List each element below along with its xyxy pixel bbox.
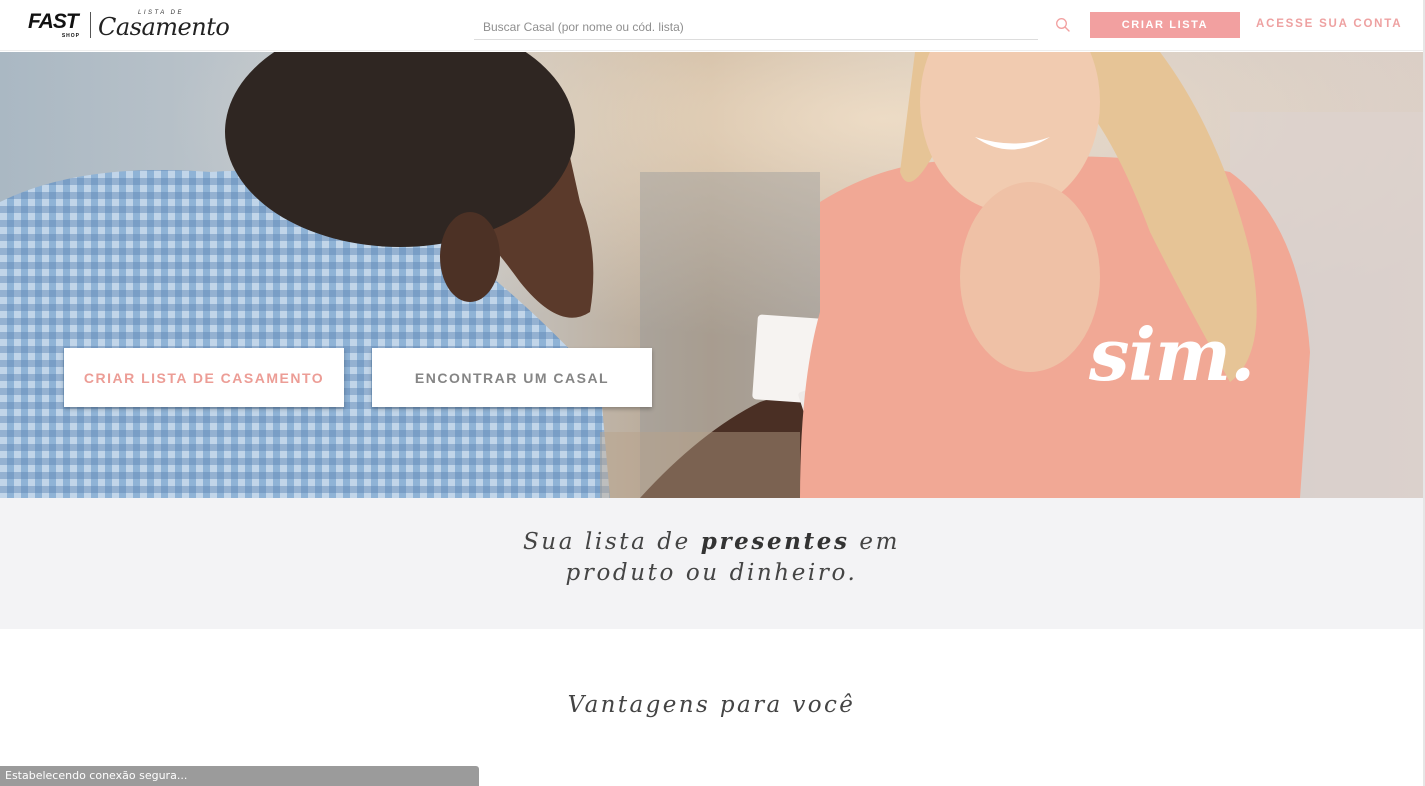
tagline-line2: produto ou dinheiro. [565,560,858,586]
search-icon[interactable] [1055,17,1071,33]
logo-casamento-text: Casamento [98,13,230,41]
browser-status-bar: Estabelecendo conexão segura... [0,766,479,786]
site-header: FAST SHOP LISTA DE Casamento CRIAR LISTA… [0,0,1425,51]
search-bar [474,12,1038,40]
tagline-line1-post: em [849,529,901,555]
hero-banner: CRIAR LISTA DE CASAMENTO ENCONTRAR UM CA… [0,52,1423,498]
encontrar-casal-button[interactable]: ENCONTRAR UM CASAL [372,348,652,407]
hero-couple-photo [0,52,1423,498]
criar-lista-button[interactable]: CRIAR LISTA [1090,12,1240,38]
criar-lista-casamento-button[interactable]: CRIAR LISTA DE CASAMENTO [64,348,344,407]
acesse-sua-conta-link[interactable]: ACESSE SUA CONTA [1256,18,1402,30]
tagline-line1-bold: presentes [700,528,850,555]
fast-shop-logo: FAST SHOP [28,11,82,39]
logo-shop-text: SHOP [61,33,80,39]
tagline-text: Sua lista de presentes em produto ou din… [0,526,1423,589]
logo-fast-text: FAST [28,10,79,33]
advantages-heading: Vantagens para você [567,692,856,718]
brand-logo[interactable]: FAST SHOP LISTA DE Casamento [28,8,230,42]
hero-slogan: sim. [1089,312,1255,397]
tagline-section: Sua lista de presentes em produto ou din… [0,498,1423,629]
tagline-line1-pre: Sua lista de [522,529,701,555]
search-input[interactable] [474,12,1038,39]
lista-casamento-logo: LISTA DE Casamento [98,8,230,42]
logo-divider [90,12,91,38]
